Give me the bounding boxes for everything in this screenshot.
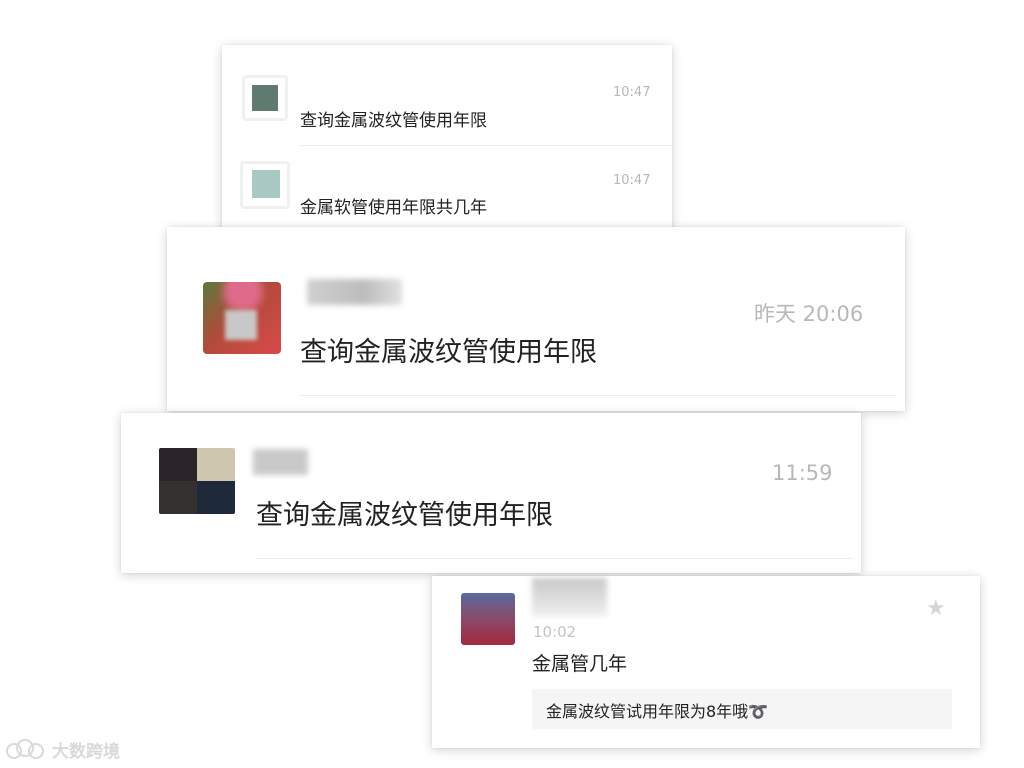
message-card-3[interactable]: 11:59 查询金属波纹管使用年限 bbox=[121, 413, 861, 573]
message-time: 10:02 bbox=[533, 623, 577, 641]
reply-text: 金属波纹管试用年限为8年哦➰ bbox=[546, 702, 769, 721]
avatar[interactable] bbox=[242, 75, 288, 121]
watermark: 大数跨境 bbox=[6, 737, 120, 762]
blurred-username bbox=[532, 578, 607, 616]
message-text: 查询金属波纹管使用年限 bbox=[300, 337, 597, 368]
star-icon[interactable]: ★ bbox=[926, 598, 946, 620]
avatar[interactable] bbox=[203, 282, 281, 354]
watermark-logo-icon bbox=[6, 738, 46, 761]
blurred-username bbox=[307, 279, 402, 305]
reply-bubble: 金属波纹管试用年限为8年哦➰ bbox=[532, 689, 952, 729]
blurred-username bbox=[253, 449, 308, 475]
avatar[interactable] bbox=[461, 593, 515, 645]
message-time: 昨天 20:06 bbox=[754, 302, 864, 326]
message-card-1: 10:47 查询金属波纹管使用年限 10:47 金属软管使用年限共几年 bbox=[222, 45, 672, 235]
watermark-text: 大数跨境 bbox=[52, 742, 120, 762]
divider bbox=[256, 558, 853, 559]
message-text[interactable]: 查询金属波纹管使用年限 bbox=[300, 106, 487, 131]
avatar[interactable] bbox=[240, 161, 290, 209]
message-text: 查询金属波纹管使用年限 bbox=[256, 500, 553, 531]
message-text[interactable]: 金属软管使用年限共几年 bbox=[300, 193, 487, 218]
divider bbox=[300, 145, 672, 146]
avatar[interactable] bbox=[159, 448, 235, 514]
message-time: 10:47 bbox=[613, 173, 651, 188]
message-card-2[interactable]: 昨天 20:06 查询金属波纹管使用年限 bbox=[167, 227, 905, 411]
message-card-4[interactable]: 10:02 金属管几年 ★ 金属波纹管试用年限为8年哦➰ bbox=[432, 576, 980, 748]
divider bbox=[300, 395, 897, 396]
message-text: 金属管几年 bbox=[532, 653, 628, 675]
message-time: 10:47 bbox=[613, 85, 651, 100]
message-time: 11:59 bbox=[772, 461, 833, 485]
